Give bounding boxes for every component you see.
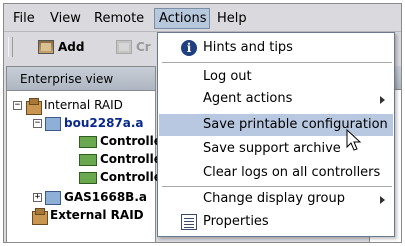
tree-node-label: Controlle (100, 170, 162, 184)
tree-node-external-raid[interactable]: External RAID (31, 207, 144, 225)
tree-node-label: bou2287a.a (64, 116, 144, 130)
menu-item-label: Hints and tips (203, 40, 293, 55)
tree-node-label: External RAID (50, 208, 144, 222)
menu-item-label: Agent actions (203, 91, 293, 106)
tree-node-label: Controlle (100, 134, 162, 148)
menu-item-label: Clear logs on all controllers (203, 165, 381, 180)
info-icon: i (181, 40, 197, 56)
tree-node-bou2287a[interactable]: − bou2287a.a (33, 115, 144, 132)
add-system-icon (38, 40, 54, 54)
submenu-arrow-icon (380, 96, 385, 104)
expand-icon[interactable]: + (33, 193, 42, 202)
tree-node-label: Internal RAID (44, 98, 123, 112)
tree-node-controller-2[interactable]: Controlle (79, 151, 162, 168)
server-icon (45, 116, 61, 131)
controller-icon (79, 171, 97, 184)
menu-separator (162, 62, 392, 63)
server-icon (45, 190, 61, 205)
add-button-label: Add (58, 40, 85, 54)
menu-item-label: Change display group (203, 191, 345, 206)
tree-node-internal-raid[interactable]: − Internal RAID (13, 97, 123, 115)
enterprise-view-panel: Enterprise view − Internal RAID − bou228… (6, 66, 162, 242)
menu-actions[interactable]: Actions (154, 8, 210, 29)
building-icon (25, 98, 42, 115)
application-window: File View Remote Actions Help Add Cr Ent… (3, 3, 402, 243)
menu-item-log-out[interactable]: Log out (159, 66, 393, 88)
tree-node-controller-3[interactable]: Controlle (79, 169, 162, 186)
collapse-icon[interactable]: − (13, 101, 22, 110)
controller-icon (79, 135, 97, 148)
toolbar-grip[interactable] (8, 37, 13, 57)
menu-separator (162, 186, 392, 187)
create-button-label: Cr (136, 40, 151, 54)
submenu-arrow-icon (380, 196, 385, 204)
controller-icon (79, 153, 97, 166)
create-icon (116, 40, 132, 54)
menu-help[interactable]: Help (213, 9, 251, 28)
menu-item-properties[interactable]: Properties (159, 211, 393, 233)
tree-node-label: Controlle (100, 152, 162, 166)
mouse-pointer-icon (346, 129, 362, 151)
menu-view[interactable]: View (46, 9, 85, 28)
menu-item-hints-and-tips[interactable]: i Hints and tips (159, 37, 393, 59)
panel-title: Enterprise view (7, 67, 155, 91)
menu-item-change-display-group[interactable]: Change display group (159, 188, 393, 210)
tree-node-controller-1[interactable]: Controlle (79, 133, 162, 150)
menu-item-clear-logs[interactable]: Clear logs on all controllers (159, 162, 393, 184)
collapse-icon[interactable]: − (33, 119, 42, 128)
menu-file[interactable]: File (9, 9, 39, 28)
menubar: File View Remote Actions Help (4, 4, 401, 32)
menu-remote[interactable]: Remote (90, 9, 148, 28)
add-button[interactable]: Add (38, 36, 84, 58)
tree-node-label: GAS1668B.a (64, 190, 147, 204)
building-icon (31, 208, 48, 225)
menu-item-label: Log out (203, 69, 252, 84)
menu-item-label: Save support archive (203, 141, 341, 156)
tree-node-gas1668b[interactable]: + GAS1668B.a (33, 189, 147, 206)
menu-item-label: Properties (203, 214, 269, 229)
properties-icon (181, 214, 197, 230)
menu-item-agent-actions[interactable]: Agent actions (159, 88, 393, 110)
create-button[interactable]: Cr (116, 36, 151, 58)
